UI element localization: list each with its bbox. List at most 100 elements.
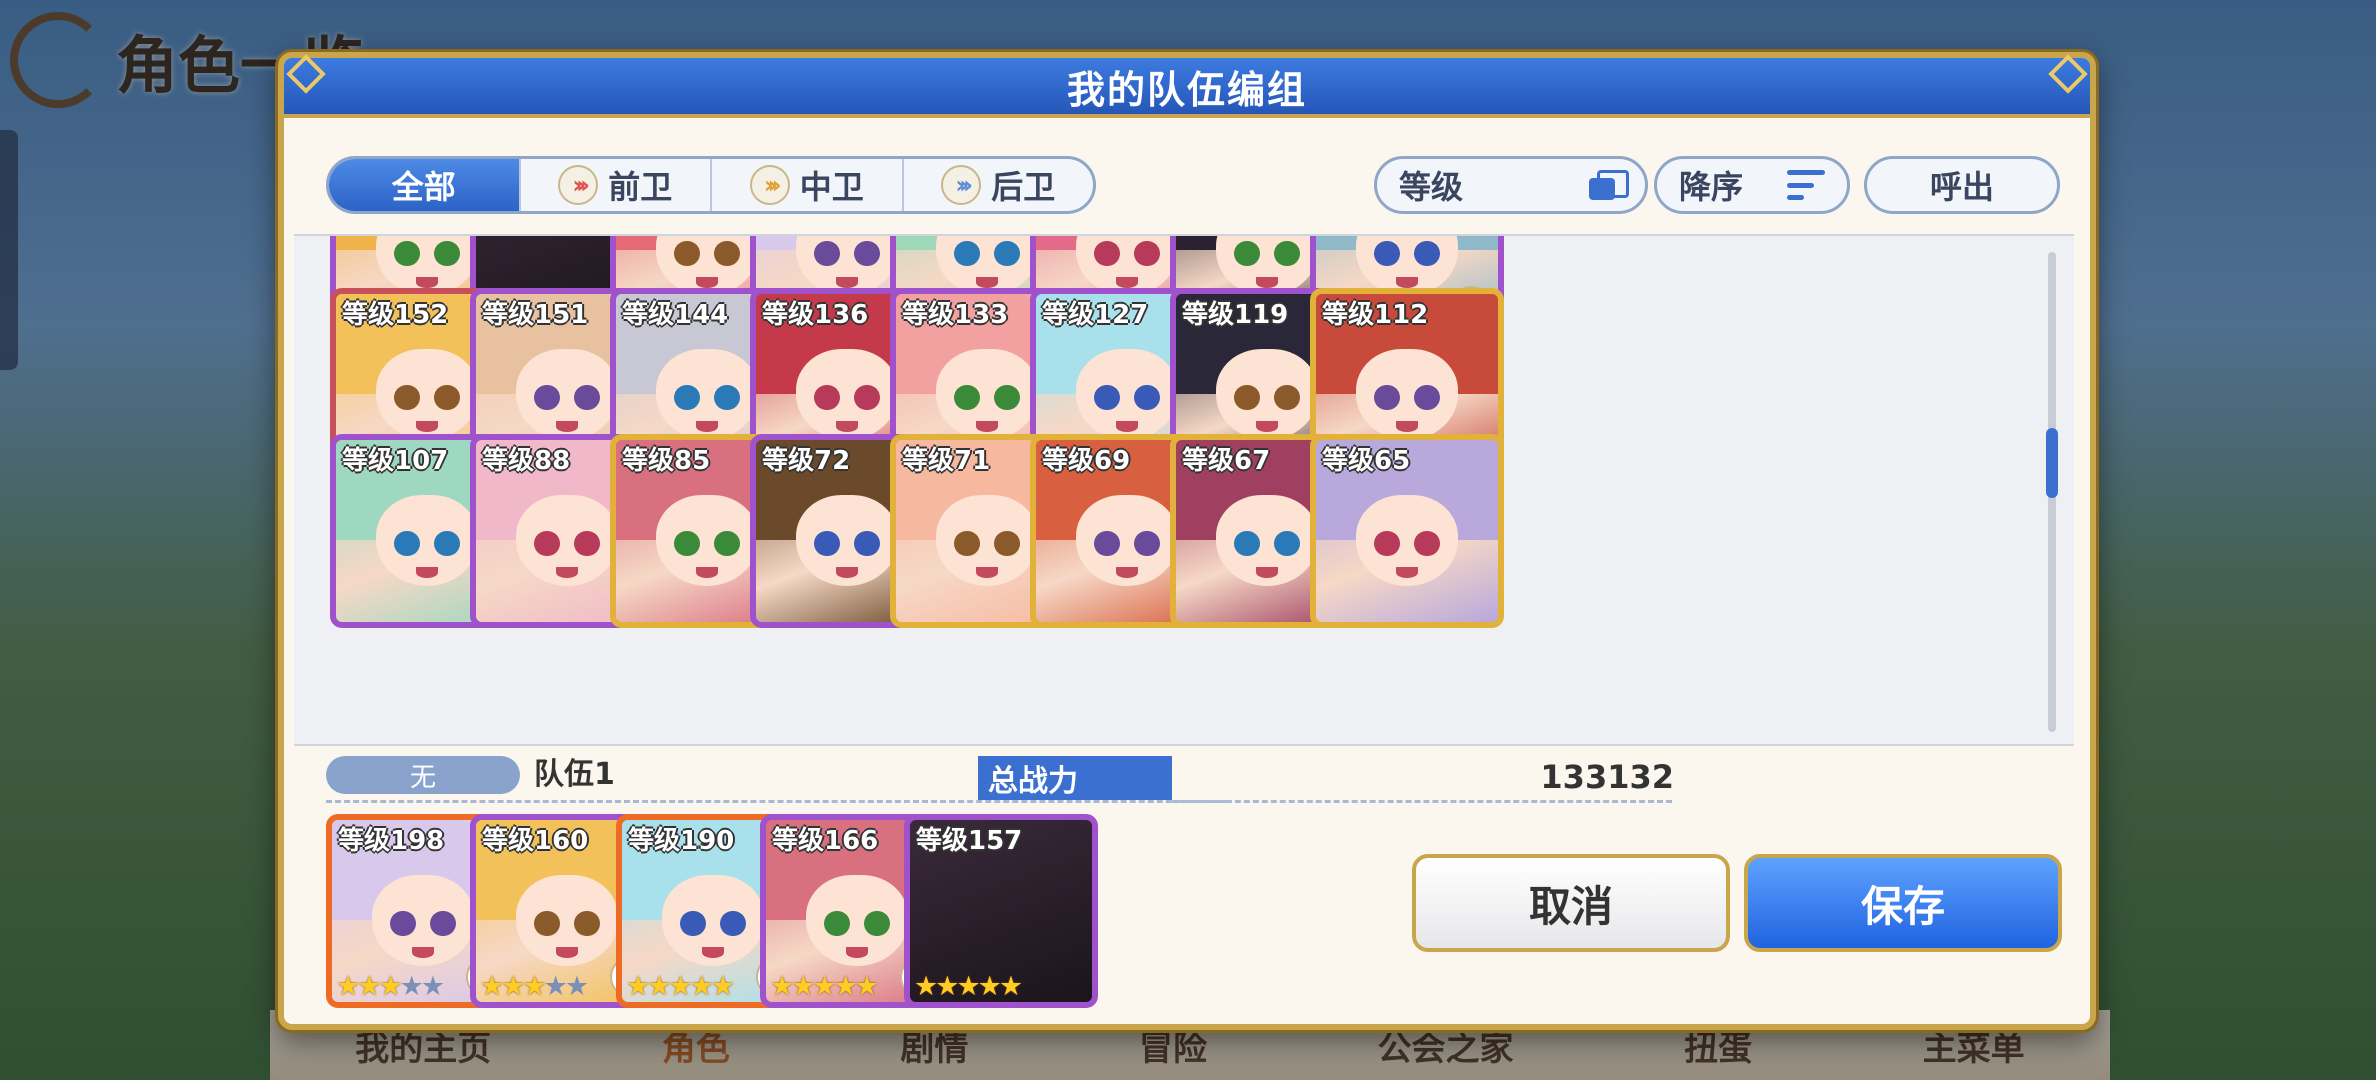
call-button[interactable]: 呼出 (1864, 156, 2060, 214)
sort-order-toggle[interactable]: 降序 (1654, 156, 1850, 214)
tab-all[interactable]: 全部 (329, 159, 521, 211)
character-level: 等级157 (916, 826, 1023, 856)
star-empty-icon: ★ (399, 971, 424, 1002)
portrait-eye (1414, 385, 1440, 411)
team-tag: 无 (326, 756, 520, 794)
total-power-value: 133132 (1540, 758, 1674, 796)
divider (326, 800, 1226, 803)
call-button-label: 呼出 (1929, 168, 1994, 206)
character-card[interactable]: 等级157 ★★★★★ (904, 814, 1098, 1008)
portrait-eye (574, 911, 600, 937)
portrait-eye (534, 531, 560, 557)
portrait-eye (434, 241, 460, 267)
character-level: 等级71 (902, 446, 991, 476)
star-filled-icon: ★ (914, 971, 938, 1002)
portrait-eye (714, 385, 740, 411)
save-button[interactable]: 保存 (1744, 854, 2062, 952)
copy-icon (1589, 170, 1629, 200)
star-filled-icon: ★ (812, 971, 836, 1002)
portrait-eye (954, 385, 980, 411)
corner-ornament-icon (2048, 54, 2088, 94)
character-level: 等级151 (482, 300, 589, 330)
team-name: 队伍1 (534, 757, 615, 792)
portrait-eye (534, 911, 560, 937)
star-rating: ★★★★★ (626, 971, 735, 1002)
character-level: 等级67 (1182, 446, 1271, 476)
portrait-eye (1274, 241, 1300, 267)
character-level: 等级166 (772, 826, 879, 856)
star-empty-icon: ★ (564, 971, 589, 1002)
character-roster: ★★★★★★★★★★★★★★★★★★★★★★★★★★›››★★★★★›››★★★… (294, 234, 2074, 746)
cancel-button[interactable]: 取消 (1412, 854, 1730, 952)
character-level: 等级65 (1322, 446, 1411, 476)
portrait-eye (430, 911, 456, 937)
portrait-eye (1094, 531, 1120, 557)
star-filled-icon: ★ (791, 971, 815, 1002)
portrait-eye (1414, 531, 1440, 557)
star-filled-icon: ★ (357, 971, 381, 1002)
character-level: 等级107 (342, 446, 449, 476)
character-level: 等级127 (1042, 300, 1149, 330)
star-filled-icon: ★ (710, 971, 735, 1002)
dialog-header: 我的队伍编组 (284, 54, 2090, 118)
portrait-eye (814, 241, 840, 267)
character-level: 等级72 (762, 446, 851, 476)
character-level: 等级198 (338, 826, 445, 856)
character-level: 等级85 (622, 446, 711, 476)
star-empty-icon: ★ (420, 971, 445, 1002)
portrait-eye (394, 241, 420, 267)
tab-middle[interactable]: ››› 中卫 (712, 159, 904, 211)
middle-chevron-icon: ››› (749, 165, 790, 205)
portrait-eye (854, 385, 880, 411)
portrait-eye (1094, 385, 1120, 411)
dialog-title: 我的队伍编组 (1066, 67, 1307, 112)
tab-label: 全部 (391, 168, 456, 206)
total-power-label: 总战力 (978, 756, 1172, 800)
sort-field-select[interactable]: 等级 (1374, 156, 1648, 214)
character-level: 等级69 (1042, 446, 1131, 476)
portrait-eye (1374, 241, 1400, 267)
star-filled-icon: ★ (522, 971, 546, 1002)
portrait-eye (390, 911, 416, 937)
portrait-eye (574, 531, 600, 557)
portrait-eye (824, 911, 850, 937)
front-chevron-icon: ››› (558, 165, 599, 205)
tab-back[interactable]: ››› 后卫 (904, 159, 1094, 211)
roster-scrollbar[interactable] (2046, 252, 2058, 732)
star-filled-icon: ★ (833, 971, 858, 1002)
tab-label: 中卫 (799, 168, 864, 206)
star-filled-icon: ★ (647, 971, 671, 1002)
star-rating: ★★★★★ (770, 971, 879, 1002)
portrait-eye (1414, 241, 1440, 267)
portrait-eye (1274, 385, 1300, 411)
star-filled-icon: ★ (770, 971, 794, 1002)
star-rating: ★★★★★ (480, 971, 589, 1002)
character-card[interactable]: 等级65 (1310, 434, 1504, 628)
back-chevron-icon: ››› (941, 165, 982, 205)
character-level: 等级136 (762, 300, 869, 330)
star-filled-icon: ★ (977, 971, 1002, 1002)
portrait-eye (434, 531, 460, 557)
character-level: 等级112 (1322, 300, 1429, 330)
portrait-eye (814, 385, 840, 411)
star-filled-icon: ★ (480, 971, 504, 1002)
tab-front[interactable]: ››› 前卫 (521, 159, 712, 211)
star-filled-icon: ★ (336, 971, 360, 1002)
character-level: 等级190 (628, 826, 735, 856)
tab-label: 前卫 (608, 168, 673, 206)
portrait-eye (994, 241, 1020, 267)
portrait-eye (434, 385, 460, 411)
character-level: 等级144 (622, 300, 729, 330)
portrait-eye (534, 385, 560, 411)
star-filled-icon: ★ (626, 971, 650, 1002)
star-filled-icon: ★ (998, 971, 1023, 1002)
roster-scroll-thumb[interactable] (2046, 428, 2058, 498)
portrait-eye (720, 911, 746, 937)
sort-descending-icon (1787, 170, 1825, 200)
character-level: 等级160 (482, 826, 589, 856)
position-filter-tabs: 全部 ››› 前卫 ››› 中卫 ››› 后卫 (326, 156, 1096, 214)
sort-order-label: 降序 (1679, 168, 1744, 206)
portrait-eye (814, 531, 840, 557)
character-level: 等级152 (342, 300, 449, 330)
portrait-eye (1134, 385, 1160, 411)
